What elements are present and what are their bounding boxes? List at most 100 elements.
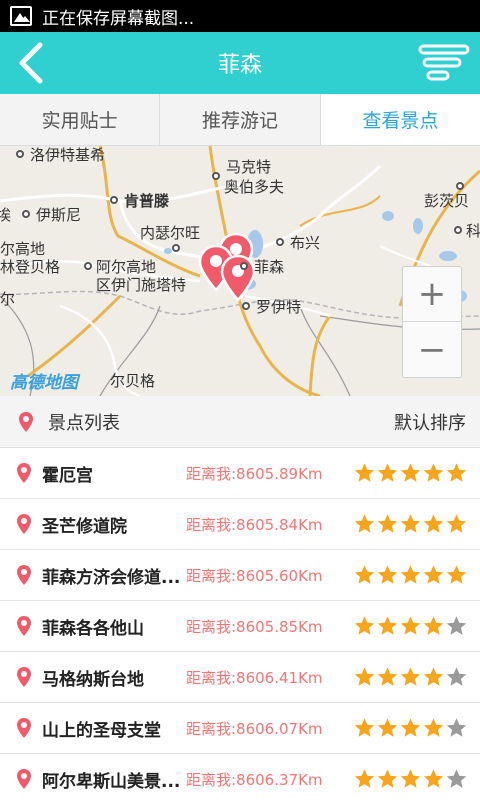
star-filled-icon (423, 514, 444, 533)
list-item[interactable]: 阿尔卑斯山美景... 距离我:8606.37Km (0, 754, 480, 800)
star-filled-icon (446, 565, 467, 584)
map-label: 区伊门施塔特 (96, 276, 187, 294)
star-filled-icon (377, 769, 398, 788)
city-dot (212, 172, 220, 180)
status-bar: 正在保存屏幕截图... (0, 0, 480, 32)
map-label: 科 (466, 222, 480, 240)
zoom-in-button[interactable]: + (403, 267, 461, 322)
attraction-list: 霍厄宫 距离我:8605.89Km 圣芒修道院 距离我:8605.84Km 菲森… (0, 448, 480, 800)
attraction-distance: 距离我:8606.37Km (186, 770, 323, 789)
location-pin-icon (17, 718, 31, 738)
map-label: 伊斯尼 (36, 206, 82, 224)
rating-stars (353, 717, 468, 739)
star-filled-icon (377, 667, 398, 686)
tab-attractions[interactable]: 查看景点 (320, 94, 480, 145)
star-empty-icon (446, 667, 467, 686)
star-filled-icon (354, 769, 375, 788)
list-item[interactable]: 山上的圣母支堂 距离我:8606.07Km (0, 703, 480, 754)
rating-stars (353, 513, 468, 535)
map-label: 彭茨贝 (424, 192, 470, 210)
city-dot (456, 182, 464, 190)
star-filled-icon (400, 514, 421, 533)
star-filled-icon (423, 463, 444, 482)
map-label: 内瑟尔旺 (140, 224, 201, 242)
sort-button[interactable]: 默认排序 (394, 409, 466, 435)
star-filled-icon (354, 514, 375, 533)
menu-icon (418, 44, 470, 81)
zoom-out-button[interactable]: − (403, 322, 461, 377)
back-arrow-icon (19, 42, 43, 84)
location-pin-icon (17, 616, 31, 636)
star-filled-icon (377, 616, 398, 635)
map-view[interactable]: 洛伊特基希 马克特 奥伯多夫 伊斯尼 埃 肯普滕 彭茨贝 内瑟尔旺 布兴 科 尔… (0, 146, 480, 396)
map-label: 菲森 (254, 258, 285, 276)
city-dot (22, 210, 30, 218)
map-label: 尔贝格 (110, 372, 156, 390)
star-filled-icon (423, 718, 444, 737)
map-label: 布兴 (290, 234, 321, 252)
rating-stars (353, 768, 468, 790)
list-item[interactable]: 马格纳斯台地 距离我:8606.41Km (0, 652, 480, 703)
attraction-distance: 距离我:8605.84Km (186, 515, 323, 534)
map-label: 尔 (0, 290, 16, 308)
star-empty-icon (446, 616, 467, 635)
attraction-name: 菲森各各他山 (42, 618, 144, 639)
star-filled-icon (400, 769, 421, 788)
star-filled-icon (377, 718, 398, 737)
city-dot (110, 196, 118, 204)
list-item[interactable]: 圣芒修道院 距离我:8605.84Km (0, 499, 480, 550)
city-dot (276, 238, 284, 246)
location-pin-icon (17, 463, 31, 483)
city-dot (16, 150, 24, 158)
location-pin-icon (19, 411, 33, 432)
attraction-distance: 距离我:8605.85Km (186, 617, 323, 636)
star-filled-icon (354, 718, 375, 737)
star-filled-icon (400, 463, 421, 482)
map-label: 埃 (0, 206, 12, 224)
map-pin-icon[interactable] (220, 254, 256, 302)
header-bar: 菲森 (0, 32, 480, 94)
map-label: 肯普滕 (124, 192, 170, 210)
attraction-list-header: 景点列表 默认排序 (0, 396, 480, 448)
menu-button[interactable] (418, 42, 470, 84)
city-dot (240, 262, 248, 270)
attraction-name: 山上的圣母支堂 (42, 720, 161, 741)
star-filled-icon (400, 565, 421, 584)
star-filled-icon (354, 565, 375, 584)
city-dot (84, 262, 92, 270)
map-label: 奥伯多夫 (224, 178, 285, 196)
star-filled-icon (400, 718, 421, 737)
image-icon (10, 6, 32, 26)
list-item[interactable]: 菲森各各他山 距离我:8605.85Km (0, 601, 480, 652)
attraction-name: 菲森方济会修道... (42, 567, 181, 588)
tab-tips[interactable]: 实用贴士 (0, 94, 161, 145)
star-filled-icon (377, 565, 398, 584)
attraction-distance: 距离我:8606.07Km (186, 719, 323, 738)
map-provider-logo: 高德地图 (10, 373, 78, 393)
attraction-distance: 距离我:8605.89Km (186, 464, 323, 483)
attraction-distance: 距离我:8606.41Km (186, 668, 323, 687)
list-item[interactable]: 菲森方济会修道... 距离我:8605.60Km (0, 550, 480, 601)
back-button[interactable] (12, 40, 52, 86)
star-filled-icon (354, 616, 375, 635)
map-label: 马克特 (226, 158, 272, 176)
attraction-name: 阿尔卑斯山美景... (42, 771, 181, 792)
star-filled-icon (446, 463, 467, 482)
list-title: 景点列表 (48, 412, 120, 434)
star-filled-icon (377, 463, 398, 482)
star-filled-icon (423, 769, 444, 788)
map-label: 罗伊特 (256, 298, 302, 316)
attraction-name: 霍厄宫 (42, 465, 93, 486)
star-filled-icon (446, 514, 467, 533)
tab-bar: 实用贴士 推荐游记 查看景点 (0, 94, 480, 146)
city-dot (172, 244, 180, 252)
star-filled-icon (354, 667, 375, 686)
list-item[interactable]: 霍厄宫 距离我:8605.89Km (0, 448, 480, 499)
rating-stars (353, 462, 468, 484)
page-title: 菲森 (217, 53, 262, 78)
rating-stars (353, 666, 468, 688)
attraction-distance: 距离我:8605.60Km (186, 566, 323, 585)
location-pin-icon (17, 565, 31, 585)
location-pin-icon (17, 514, 31, 534)
tab-travelogues[interactable]: 推荐游记 (160, 94, 321, 145)
